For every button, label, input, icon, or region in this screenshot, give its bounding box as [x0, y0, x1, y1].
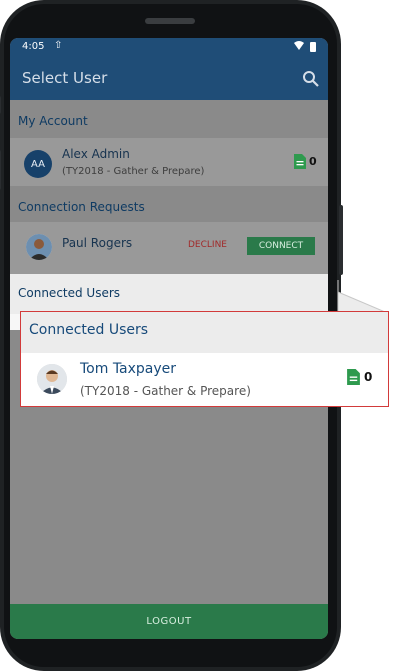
- person-photo-icon: [37, 364, 67, 394]
- user-name: Tom Taxpayer: [80, 361, 177, 377]
- status-bar: 4:05 ⇧: [10, 38, 328, 58]
- my-account-header: My Account: [10, 100, 328, 138]
- connected-users-label: Connected Users: [18, 286, 121, 300]
- logout-button[interactable]: LOGOUT: [10, 604, 328, 639]
- connection-requests-header: Connection Requests: [10, 186, 328, 222]
- user-name: Paul Rogers: [62, 236, 133, 250]
- request-user-row: Paul Rogers DECLINE CONNECT: [10, 222, 328, 274]
- speaker-grille: [145, 18, 195, 24]
- my-account-label: My Account: [18, 114, 88, 128]
- avatar: AA: [24, 150, 52, 178]
- document-icon: [294, 154, 306, 169]
- page-title: Select User: [22, 69, 108, 87]
- callout-header-label: Connected Users: [29, 322, 149, 338]
- avatar: [26, 234, 52, 260]
- status-time: 4:05: [22, 41, 45, 52]
- connection-requests-label: Connection Requests: [18, 200, 145, 214]
- decline-button[interactable]: DECLINE: [188, 240, 227, 250]
- battery-icon: [310, 42, 316, 52]
- document-icon: [347, 369, 360, 385]
- document-count: 0: [364, 370, 373, 384]
- search-icon[interactable]: [302, 70, 320, 88]
- account-user-row[interactable]: AA Alex Admin (TY2018 - Gather & Prepare…: [10, 138, 328, 186]
- user-subtitle: (TY2018 - Gather & Prepare): [80, 384, 251, 398]
- document-count: 0: [309, 155, 317, 168]
- connect-button[interactable]: CONNECT: [247, 237, 315, 255]
- connected-user-row[interactable]: Tom Taxpayer (TY2018 - Gather & Prepare)…: [21, 353, 388, 406]
- power-button: [339, 205, 343, 275]
- connected-users-header: Connected Users: [10, 274, 328, 314]
- wifi-icon: [294, 41, 304, 50]
- side-button: [0, 150, 1, 190]
- callout-header: Connected Users: [21, 312, 388, 353]
- user-subtitle: (TY2018 - Gather & Prepare): [62, 166, 205, 177]
- person-photo-icon: [26, 234, 52, 260]
- user-name: Alex Admin: [62, 147, 130, 161]
- side-button: [0, 96, 1, 114]
- avatar: [37, 364, 67, 394]
- app-bar: Select User: [10, 58, 328, 100]
- upload-icon: ⇧: [54, 40, 63, 51]
- connected-users-callout: Connected Users Tom Taxpayer (TY2018 - G…: [20, 311, 389, 407]
